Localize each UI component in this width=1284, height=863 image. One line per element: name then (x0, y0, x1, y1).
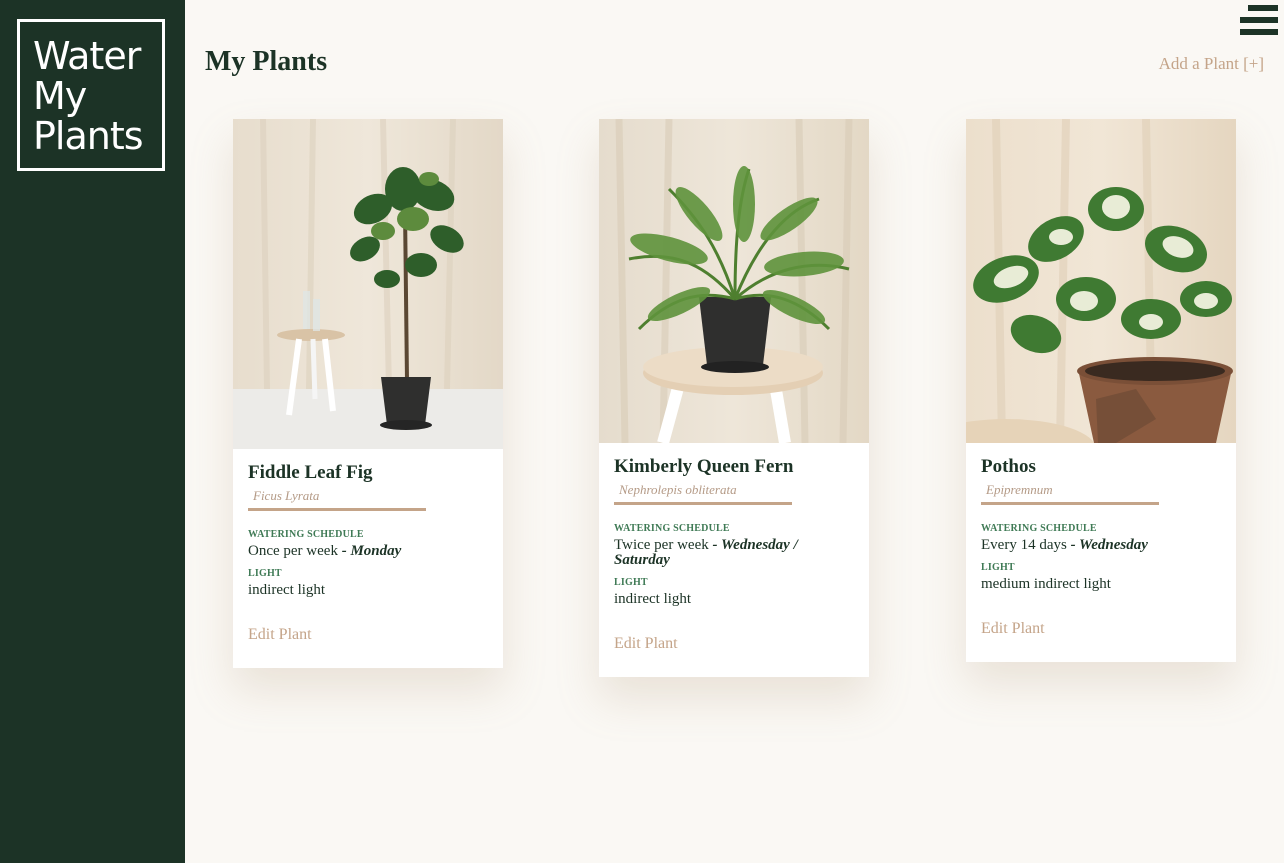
plant-scientific-name: Ficus Lyrata (248, 485, 426, 511)
plant-card: Fiddle Leaf Fig Ficus Lyrata WATERING SC… (233, 119, 503, 668)
watering-label: WATERING SCHEDULE (248, 529, 364, 540)
sidebar: Water My Plants (0, 0, 185, 863)
watering-value: Once per week - Monday (248, 544, 488, 559)
plant-photo-fiddle-leaf-fig (233, 119, 503, 449)
plant-name: Kimberly Queen Fern (614, 456, 794, 477)
watering-label: WATERING SCHEDULE (981, 523, 1097, 534)
plant-card: Kimberly Queen Fern Nephrolepis oblitera… (599, 119, 869, 677)
plant-scientific-name: Epipremnum (981, 479, 1159, 505)
plant-photo-pothos (966, 119, 1236, 443)
plant-name: Fiddle Leaf Fig (248, 462, 373, 483)
plant-photo-kimberly-queen-fern (599, 119, 869, 443)
add-plant-link[interactable]: Add a Plant [+] (1159, 54, 1264, 74)
page-title: My Plants (205, 46, 328, 77)
light-value: medium indirect light (981, 576, 1111, 592)
logo-line-3: Plants (33, 114, 144, 158)
edit-plant-link[interactable]: Edit Plant (248, 626, 312, 644)
watering-frequency: Twice per week (614, 537, 709, 553)
watering-label: WATERING SCHEDULE (614, 523, 730, 534)
app-logo[interactable]: Water My Plants (17, 19, 165, 171)
light-label: LIGHT (614, 577, 648, 588)
edit-plant-link[interactable]: Edit Plant (614, 635, 678, 653)
hamburger-menu-icon[interactable] (1240, 5, 1278, 37)
watering-frequency: Every 14 days (981, 537, 1067, 553)
light-value: indirect light (614, 591, 692, 607)
watering-value: Twice per week - Wednesday / Saturday (614, 538, 854, 568)
light-value: indirect light (248, 582, 326, 598)
plant-card: Pothos Epipremnum WATERING SCHEDULE Ever… (966, 119, 1236, 662)
watering-day: - Monday (341, 543, 402, 559)
plant-scientific-name: Nephrolepis obliterata (614, 479, 792, 505)
logo-line-2: My (33, 74, 87, 118)
edit-plant-link[interactable]: Edit Plant (981, 620, 1045, 638)
light-label: LIGHT (248, 568, 282, 579)
watering-frequency: Once per week (248, 543, 338, 559)
plant-name: Pothos (981, 456, 1036, 477)
watering-day: - Wednesday (1070, 537, 1148, 553)
watering-value: Every 14 days - Wednesday (981, 538, 1221, 553)
light-label: LIGHT (981, 562, 1015, 573)
logo-line-1: Water (33, 34, 141, 78)
